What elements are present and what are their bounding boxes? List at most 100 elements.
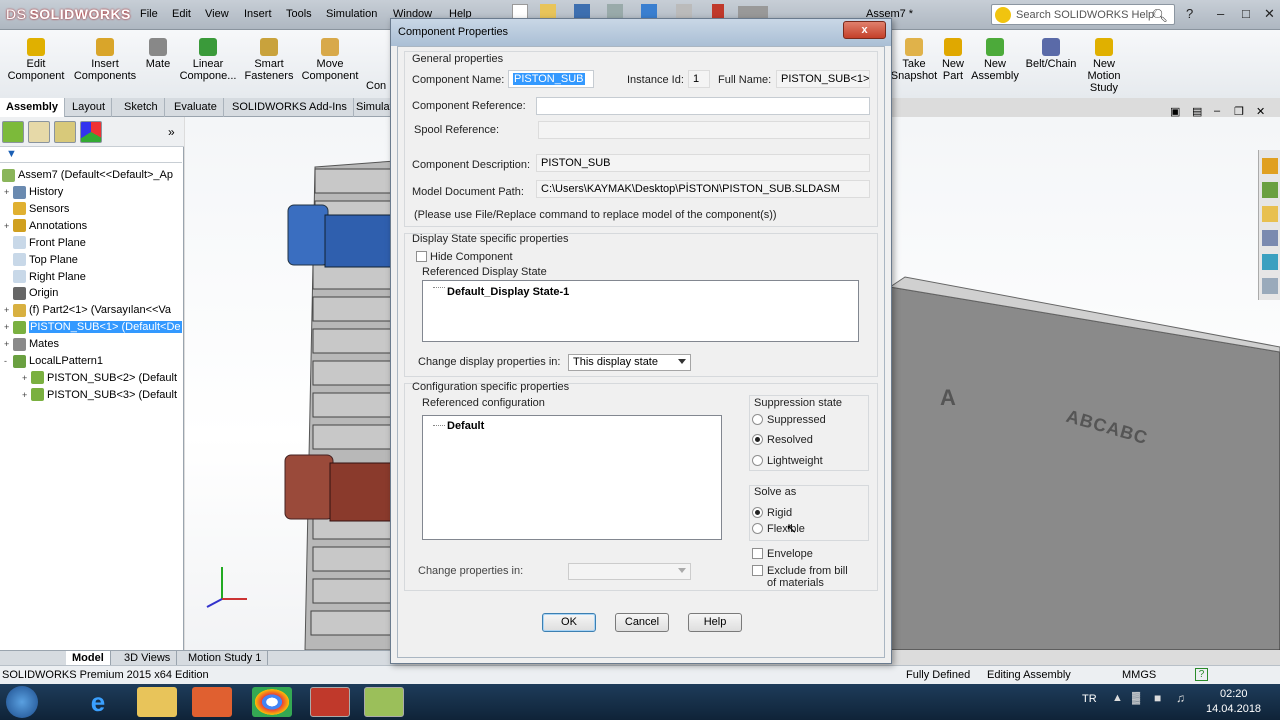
view-palette-icon[interactable] bbox=[1262, 230, 1278, 246]
new-motion-study-button[interactable]: New Motion Study bbox=[1080, 34, 1128, 94]
property-manager-icon[interactable] bbox=[28, 121, 50, 143]
rigid-radio[interactable] bbox=[752, 507, 763, 518]
menu-tools[interactable]: Tools bbox=[286, 8, 312, 20]
menu-simulation[interactable]: Simulation bbox=[326, 8, 377, 20]
expand-toggle-icon[interactable]: + bbox=[22, 387, 31, 404]
tab-motion-study[interactable]: Motion Study 1 bbox=[182, 651, 269, 666]
volume-icon[interactable]: ♫ bbox=[1176, 691, 1185, 705]
close-button[interactable]: ✕ bbox=[1264, 6, 1275, 22]
smart-fasteners-button[interactable]: Smart Fasteners bbox=[240, 34, 298, 82]
tree-item[interactable]: Sensors bbox=[0, 201, 183, 218]
flexible-radio[interactable] bbox=[752, 523, 763, 534]
expand-toggle-icon[interactable]: + bbox=[4, 336, 13, 353]
clock-time[interactable]: 02:20 bbox=[1220, 688, 1248, 700]
expand-toggle-icon[interactable]: + bbox=[4, 319, 13, 336]
edit-component-button[interactable]: Edit Component bbox=[2, 34, 70, 82]
tree-item[interactable]: Right Plane bbox=[0, 269, 183, 286]
help-button[interactable]: Help bbox=[688, 613, 742, 632]
mate-button[interactable]: Mate bbox=[140, 34, 176, 70]
menu-view[interactable]: View bbox=[205, 8, 229, 20]
tree-item[interactable]: Origin bbox=[0, 285, 183, 302]
envelope-checkbox[interactable] bbox=[752, 548, 763, 559]
language-indicator[interactable]: TR bbox=[1082, 693, 1097, 705]
lightweight-radio[interactable] bbox=[752, 455, 763, 466]
tab-3d-views[interactable]: 3D Views bbox=[118, 651, 178, 666]
tab-layout[interactable]: Layout bbox=[66, 98, 113, 117]
viewport-minimize-icon[interactable]: – bbox=[1214, 105, 1220, 117]
new-assembly-button[interactable]: New Assembly bbox=[970, 34, 1020, 82]
view-controls[interactable]: ▣ ▤ – ❐ ✕ bbox=[1170, 105, 1270, 119]
help-status-icon[interactable]: ? bbox=[1195, 668, 1208, 681]
chrome-icon[interactable] bbox=[252, 687, 292, 717]
expand-toggle-icon[interactable]: + bbox=[4, 218, 13, 235]
move-component-button[interactable]: Move Component bbox=[298, 34, 362, 82]
maximize-button[interactable]: □ bbox=[1242, 6, 1250, 21]
help-question-icon[interactable]: ? bbox=[1186, 6, 1193, 21]
tree-item[interactable]: Top Plane bbox=[0, 252, 183, 269]
new-part-button[interactable]: New Part bbox=[936, 34, 970, 82]
solidworks-taskbar-icon[interactable] bbox=[310, 687, 350, 717]
tree-item[interactable]: + History bbox=[0, 184, 183, 201]
tab-evaluate[interactable]: Evaluate bbox=[168, 98, 224, 117]
tab-addins[interactable]: SOLIDWORKS Add-Ins bbox=[226, 98, 354, 117]
ok-button[interactable]: OK bbox=[542, 613, 596, 632]
search-box[interactable]: Search SOLIDWORKS Help 🔍︎ bbox=[991, 4, 1175, 25]
feature-tree-icon[interactable] bbox=[2, 121, 24, 143]
units-status[interactable]: MMGS bbox=[1122, 669, 1156, 681]
tree-item[interactable]: Front Plane bbox=[0, 235, 183, 252]
start-button[interactable] bbox=[6, 686, 38, 718]
viewport-restore-icon[interactable]: ❐ bbox=[1234, 105, 1244, 118]
file-explorer-icon[interactable] bbox=[1262, 206, 1278, 222]
suppressed-radio[interactable] bbox=[752, 414, 763, 425]
display-state-list[interactable]: Default_Display State-1 bbox=[422, 280, 859, 342]
expand-toggle-icon[interactable]: + bbox=[4, 184, 13, 201]
expand-toggle-icon[interactable]: + bbox=[4, 302, 13, 319]
tree-item[interactable]: + Mates bbox=[0, 336, 183, 353]
file-explorer-taskbar-icon[interactable] bbox=[137, 687, 177, 717]
linear-pattern-button[interactable]: Linear Compone... bbox=[176, 34, 240, 82]
menu-file[interactable]: File bbox=[140, 8, 158, 20]
display-state-item[interactable]: Default_Display State-1 bbox=[447, 286, 569, 298]
tray-arrow-icon[interactable]: ▲ bbox=[1112, 692, 1123, 704]
expand-chevron-icon[interactable]: » bbox=[168, 125, 175, 139]
tab-sketch[interactable]: Sketch bbox=[118, 98, 165, 117]
component-reference-field[interactable] bbox=[536, 97, 870, 115]
tab-assembly[interactable]: Assembly bbox=[0, 98, 65, 117]
belt-chain-button[interactable]: Belt/Chain bbox=[1022, 34, 1080, 70]
hide-component-checkbox[interactable] bbox=[416, 251, 427, 262]
take-snapshot-button[interactable]: Take Snapshot bbox=[890, 34, 938, 82]
expand-toggle-icon[interactable]: + bbox=[22, 370, 31, 387]
insert-components-button[interactable]: Insert Components bbox=[70, 34, 140, 82]
tree-filter[interactable]: ▼ bbox=[0, 147, 182, 163]
configuration-manager-icon[interactable] bbox=[54, 121, 76, 143]
solidworks-logo[interactable]: DS SOLIDWORKS bbox=[6, 6, 131, 22]
custom-properties-icon[interactable] bbox=[1262, 278, 1278, 294]
design-library-icon[interactable] bbox=[1262, 182, 1278, 198]
tree-item[interactable]: + Annotations bbox=[0, 218, 183, 235]
tile-horizontal-icon[interactable]: ▤ bbox=[1192, 105, 1202, 118]
dialog-title-bar[interactable]: Component Properties x bbox=[391, 19, 891, 46]
tree-item[interactable]: + (f) Part2<1> (Varsayılan<<Va bbox=[0, 302, 183, 319]
network-icon[interactable]: ▓ bbox=[1132, 692, 1140, 704]
viewport-close-icon[interactable]: ✕ bbox=[1256, 105, 1265, 118]
tree-item[interactable]: + PISTON_SUB<2> (Default bbox=[0, 370, 183, 387]
clock-date[interactable]: 14.04.2018 bbox=[1206, 703, 1261, 715]
component-name-field[interactable]: PISTON_SUB bbox=[508, 70, 594, 88]
search-icon[interactable]: 🔍︎ bbox=[1151, 8, 1168, 24]
resources-icon[interactable] bbox=[1262, 158, 1278, 174]
tab-model[interactable]: Model bbox=[66, 651, 111, 666]
configuration-item[interactable]: Default bbox=[447, 420, 484, 432]
internet-explorer-icon[interactable]: e bbox=[78, 687, 118, 717]
configuration-list[interactable]: Default bbox=[422, 415, 722, 540]
notepad-taskbar-icon[interactable] bbox=[364, 687, 404, 717]
tree-item[interactable]: + PISTON_SUB<3> (Default bbox=[0, 387, 183, 404]
media-player-icon[interactable] bbox=[192, 687, 232, 717]
tree-item[interactable]: + PISTON_SUB<1> (Default<De bbox=[0, 319, 183, 336]
cancel-button[interactable]: Cancel bbox=[615, 613, 669, 632]
minimize-button[interactable]: – bbox=[1217, 6, 1224, 21]
resolved-radio[interactable] bbox=[752, 434, 763, 445]
tile-icon[interactable]: ▣ bbox=[1170, 105, 1180, 118]
dialog-close-button[interactable]: x bbox=[843, 21, 886, 39]
exclude-bom-checkbox[interactable] bbox=[752, 565, 763, 576]
expand-toggle-icon[interactable]: - bbox=[4, 353, 13, 370]
